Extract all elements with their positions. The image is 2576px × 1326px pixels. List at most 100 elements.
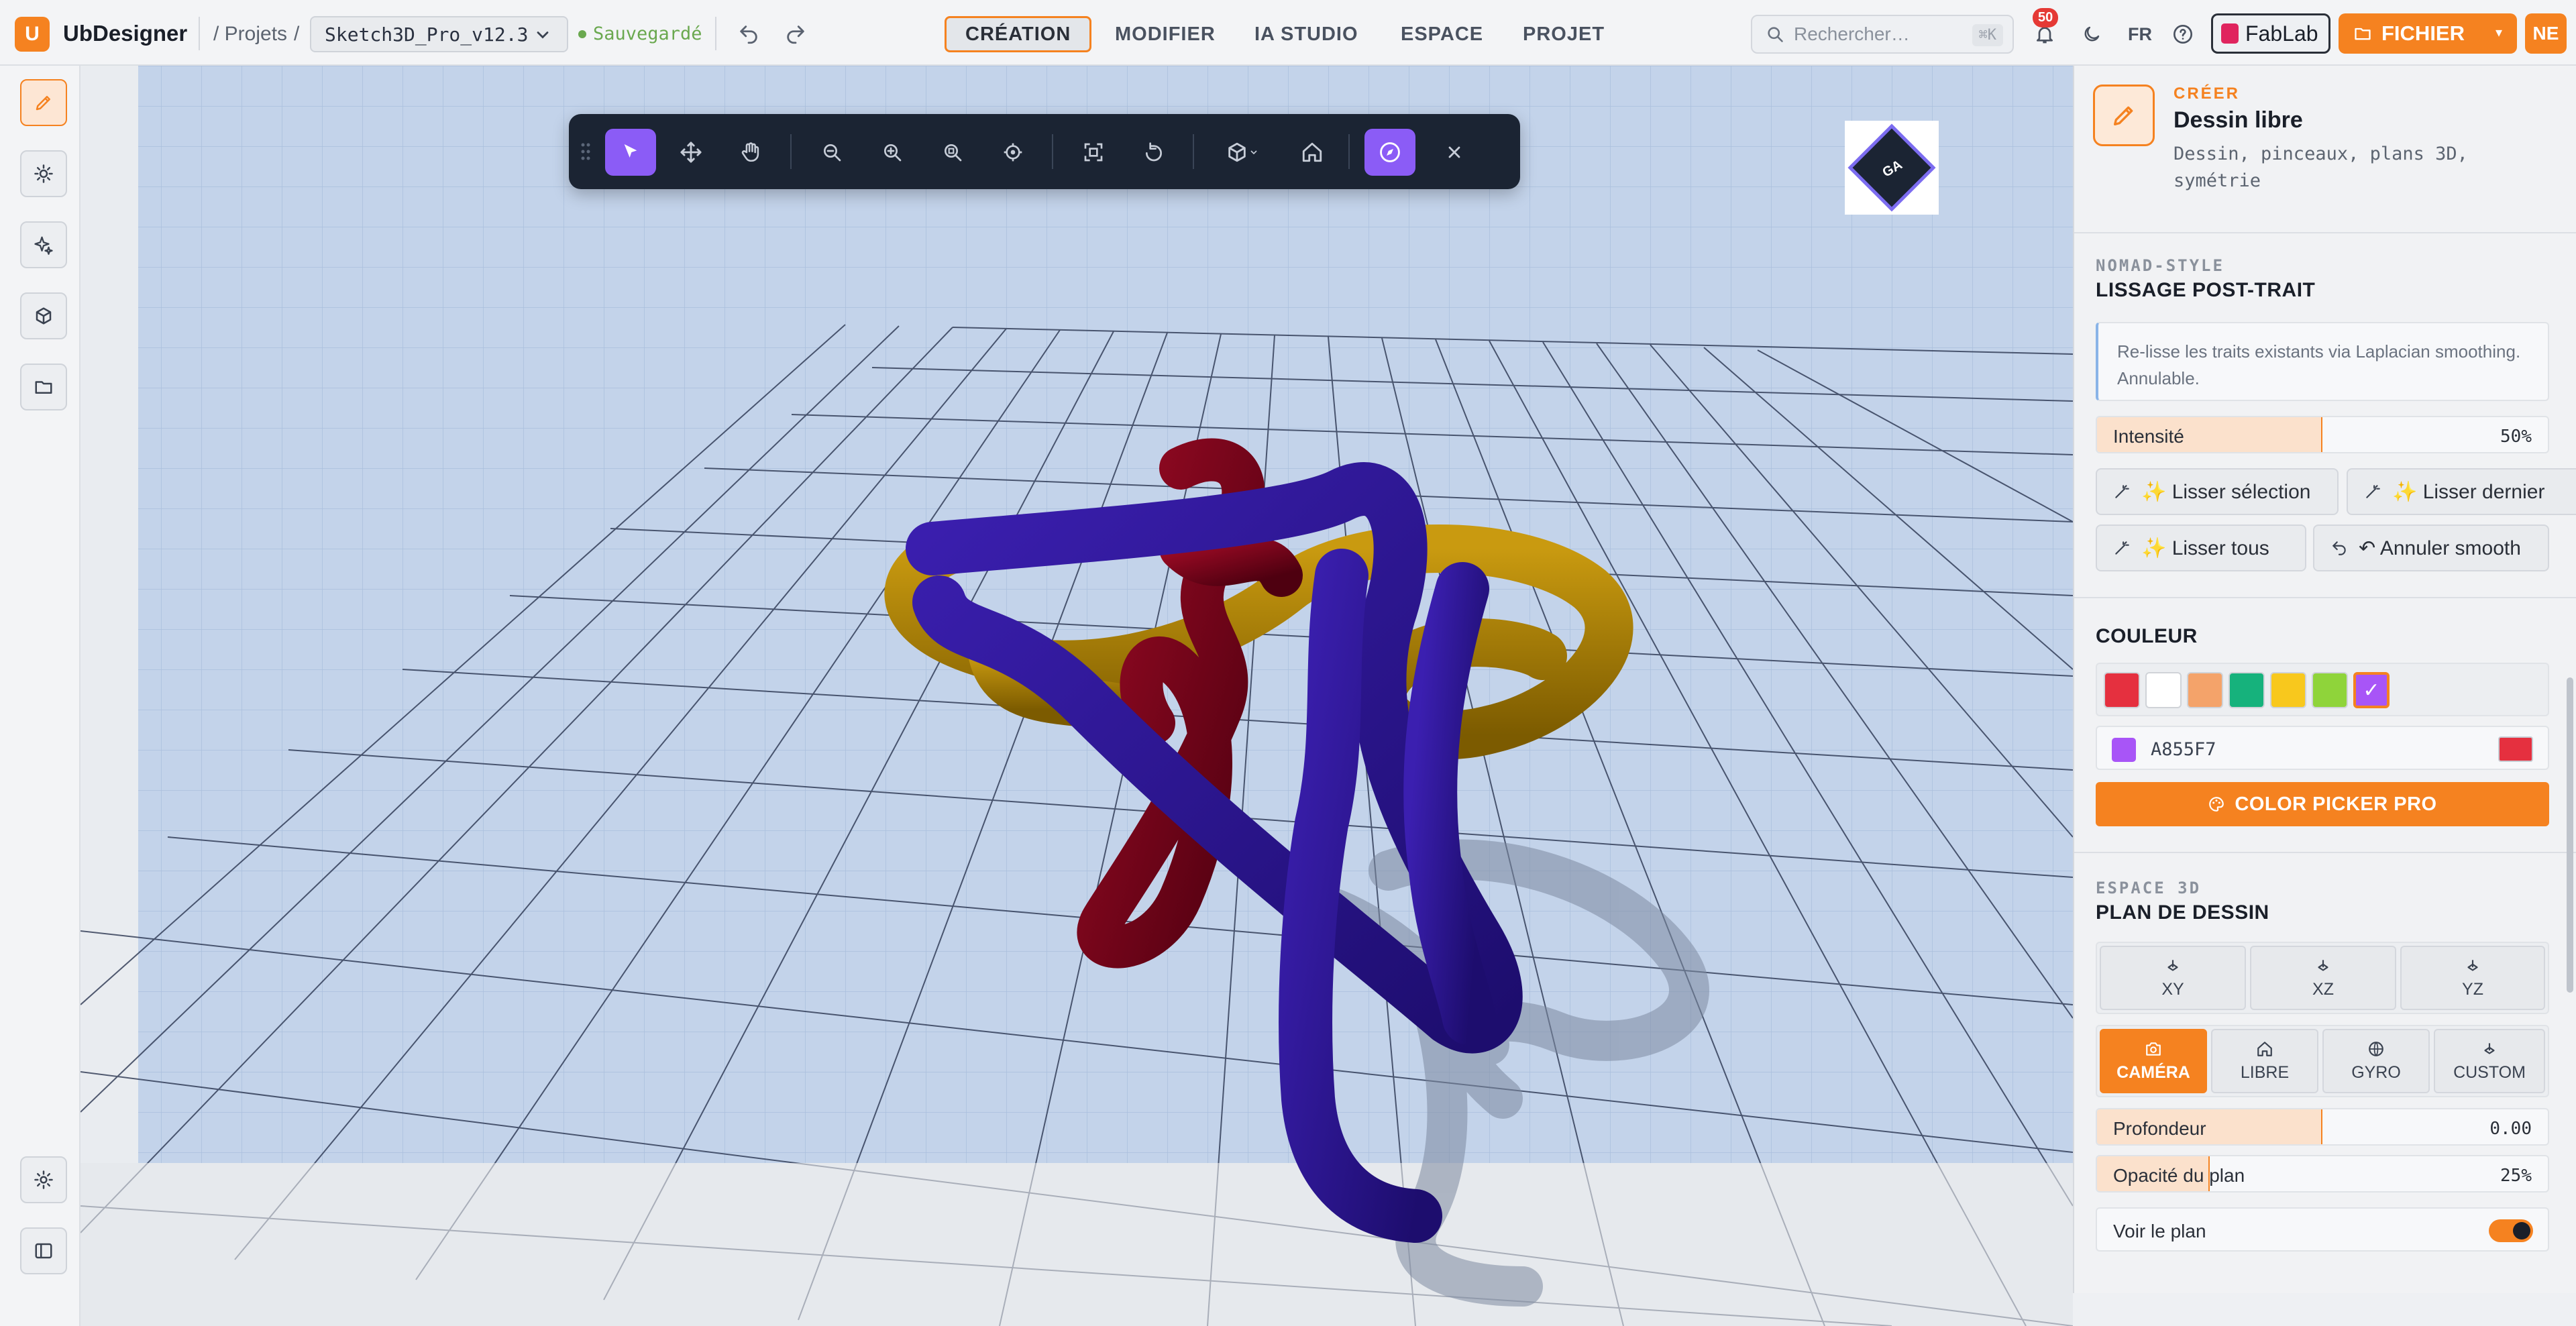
theme-toggle-button[interactable] xyxy=(2074,17,2109,52)
swatch-lime[interactable] xyxy=(2312,672,2348,708)
fichier-menu-button[interactable]: FICHIER ▾ xyxy=(2339,13,2517,54)
redo-icon xyxy=(787,25,804,44)
background-grid xyxy=(138,66,2073,1163)
select-tool-button[interactable] xyxy=(605,129,656,176)
mode-gyro-button[interactable]: GYRO xyxy=(2322,1029,2430,1093)
rail-objects-button[interactable] xyxy=(20,292,67,339)
tab-projet[interactable]: PROJET xyxy=(1504,16,1623,52)
intensity-label: Intensité xyxy=(2113,426,2184,447)
fablab-label: FabLab xyxy=(2245,21,2318,46)
pan-tool-button[interactable] xyxy=(726,129,777,176)
rotate-icon xyxy=(1146,142,1162,162)
rail-files-button[interactable] xyxy=(20,364,67,410)
3d-viewport[interactable]: GA xyxy=(80,66,2073,1326)
view-cube[interactable]: GA xyxy=(1845,121,1939,215)
file-selector[interactable]: Sketch3D_Pro_v12.3 xyxy=(310,16,568,52)
move-tool-button[interactable] xyxy=(665,129,716,176)
color-swatches: ✓ xyxy=(2096,663,2549,716)
tab-modifier[interactable]: MODIFIER xyxy=(1096,16,1234,52)
breadcrumb-projects[interactable]: / Projets xyxy=(213,23,287,46)
tab-ia-studio[interactable]: IA STUDIO xyxy=(1236,16,1377,52)
show-plane-toggle[interactable] xyxy=(2489,1219,2533,1242)
rail-panel-toggle-button[interactable] xyxy=(20,1227,67,1274)
panel-scrollbar[interactable] xyxy=(2567,677,2573,993)
gear-icon xyxy=(34,1170,53,1189)
compass-icon xyxy=(1380,142,1400,162)
plane-opacity-slider[interactable]: Opacité du plan 25% xyxy=(2096,1155,2549,1193)
app-logo[interactable]: U xyxy=(15,17,50,52)
redo-button[interactable] xyxy=(778,17,813,52)
focus-target-button[interactable] xyxy=(987,129,1038,176)
plane-xy-button[interactable]: XY xyxy=(2100,946,2246,1010)
language-selector[interactable]: FR xyxy=(2128,24,2152,45)
search-input[interactable]: Rechercher… ⌘K xyxy=(1751,15,2014,54)
smoothing-title: LISSAGE POST-TRAIT xyxy=(2096,279,2316,301)
home-icon xyxy=(1302,142,1322,162)
toolbar-divider xyxy=(1348,134,1350,169)
rail-ai-button[interactable] xyxy=(20,221,67,268)
left-tool-rail xyxy=(0,66,80,1326)
swatch-white[interactable] xyxy=(2145,672,2182,708)
intensity-slider[interactable]: Intensité 50% xyxy=(2096,416,2549,453)
view-mode-dropdown[interactable] xyxy=(1209,129,1276,176)
close-icon xyxy=(1448,146,1460,158)
swatch-purple[interactable]: ✓ xyxy=(2353,672,2390,708)
fablab-button[interactable]: FabLab xyxy=(2211,13,2330,54)
rail-lighting-button[interactable] xyxy=(20,150,67,197)
compass-button[interactable] xyxy=(1364,129,1415,176)
zoom-fit-button[interactable] xyxy=(927,129,978,176)
undo-button[interactable] xyxy=(731,17,766,52)
smooth-last-button[interactable]: ✨ Lisser dernier xyxy=(2347,468,2576,515)
rail-draw-button[interactable] xyxy=(20,79,67,126)
secondary-color-chip[interactable] xyxy=(2498,736,2533,762)
plane-xz-button[interactable]: XZ xyxy=(2250,946,2396,1010)
mode-camera-button[interactable]: CAMÉRA xyxy=(2100,1029,2207,1093)
close-toolbar-button[interactable] xyxy=(1429,129,1480,176)
file-name: Sketch3D_Pro_v12.3 xyxy=(325,23,529,46)
cursor-icon xyxy=(624,144,637,158)
frame-selection-button[interactable] xyxy=(1068,129,1119,176)
swatch-green[interactable] xyxy=(2229,672,2265,708)
home-view-button[interactable] xyxy=(1287,129,1338,176)
tab-creation[interactable]: CRÉATION xyxy=(945,16,1092,52)
fablab-bag-icon xyxy=(2221,23,2239,44)
undo-smooth-button[interactable]: ↶ Annuler smooth xyxy=(2313,524,2549,571)
depth-slider[interactable]: Profondeur 0.00 xyxy=(2096,1108,2549,1146)
rail-settings-button[interactable] xyxy=(20,1156,67,1203)
sidebar-icon xyxy=(35,1243,52,1259)
swatch-orange[interactable] xyxy=(2187,672,2223,708)
hex-value[interactable]: A855F7 xyxy=(2151,739,2216,760)
divider xyxy=(715,17,716,50)
plane-yz-button[interactable]: YZ xyxy=(2400,946,2545,1010)
camera-icon xyxy=(2146,1042,2161,1056)
pencil-icon xyxy=(36,96,50,111)
swatch-yellow[interactable] xyxy=(2270,672,2306,708)
swatch-red[interactable] xyxy=(2104,672,2140,708)
space3d-title: PLAN DE DESSIN xyxy=(2096,901,2269,924)
mode-camera-label: CAMÉRA xyxy=(2116,1062,2190,1082)
mode-gyro-label: GYRO xyxy=(2351,1062,2401,1082)
opacity-label: Opacité du plan xyxy=(2113,1165,2245,1186)
user-avatar[interactable]: NE xyxy=(2525,13,2567,54)
help-button[interactable] xyxy=(2165,17,2200,52)
mode-custom-button[interactable]: CUSTOM xyxy=(2434,1029,2545,1093)
show-plane-row: Voir le plan xyxy=(2096,1207,2549,1252)
hex-color-field[interactable]: A855F7 xyxy=(2096,726,2549,770)
drag-handle-icon[interactable] xyxy=(581,142,590,161)
fichier-label: FICHIER xyxy=(2381,21,2465,45)
mode-libre-label: LIBRE xyxy=(2240,1062,2290,1082)
smooth-selection-button[interactable]: ✨ Lisser sélection xyxy=(2096,468,2339,515)
zoom-out-button[interactable] xyxy=(806,129,857,176)
panel-title: Dessin libre xyxy=(2174,107,2303,133)
wand-icon xyxy=(2115,485,2129,498)
tab-espace[interactable]: ESPACE xyxy=(1382,16,1502,52)
opacity-value: 25% xyxy=(2500,1166,2532,1186)
zoom-in-button[interactable] xyxy=(867,129,918,176)
mode-libre-button[interactable]: LIBRE xyxy=(2211,1029,2318,1093)
color-picker-pro-button[interactable]: COLOR PICKER PRO xyxy=(2096,782,2549,826)
folder-icon xyxy=(35,381,52,394)
smooth-all-button[interactable]: ✨ Lisser tous xyxy=(2096,524,2306,571)
3d-scene[interactable] xyxy=(80,66,2073,1326)
reset-view-button[interactable] xyxy=(1128,129,1179,176)
plane-mode-selector: CAMÉRA LIBRE GYRO CUSTOM xyxy=(2096,1025,2549,1097)
